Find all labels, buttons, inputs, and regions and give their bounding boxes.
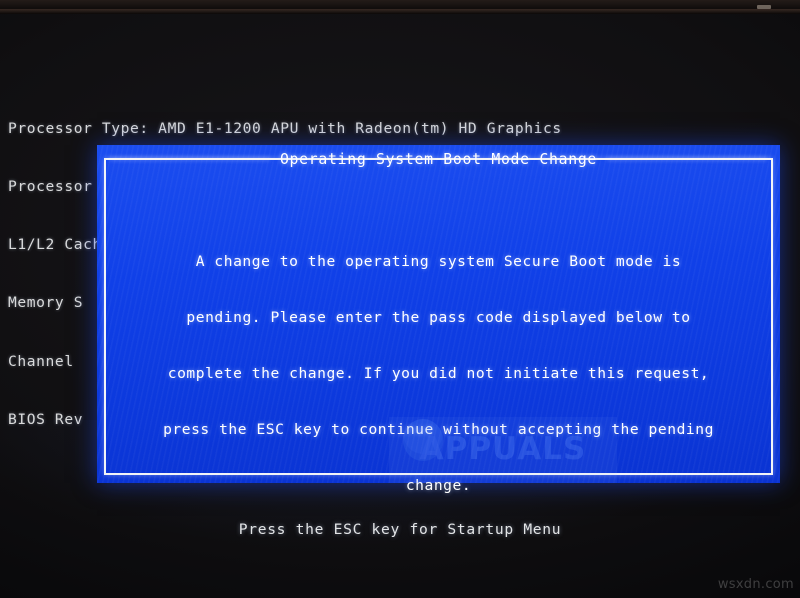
boot-mode-change-dialog: Operating System Boot Mode Change A chan…: [97, 145, 780, 494]
dialog-message-line-4: press the ESC key to continue without ac…: [163, 420, 714, 438]
dialog-message-line-1: A change to the operating system Secure …: [195, 253, 682, 271]
bezel-highlight: [757, 5, 771, 9]
bios-screen-photo: Processor Type: AMD E1-1200 APU with Rad…: [0, 0, 800, 598]
dialog-title: Operating System Boot Mode Change: [279, 150, 598, 168]
title-rule-right: [607, 158, 767, 160]
dialog-message-line-2: pending. Please enter the pass code disp…: [186, 309, 691, 327]
corner-watermark: wsxdn.com: [717, 577, 794, 592]
dialog-message-line-5: change.: [405, 476, 472, 494]
startup-menu-prompt: Press the ESC key for Startup Menu: [238, 521, 562, 538]
dialog-title-row: Operating System Boot Mode Change: [104, 150, 773, 168]
bios-line-processor-type: Processor Type: AMD E1-1200 APU with Rad…: [8, 119, 562, 137]
laptop-bezel-top: [0, 0, 800, 14]
spacer-before-change-id: [111, 588, 766, 598]
dialog-message-line-3: complete the change. If you did not init…: [167, 364, 710, 382]
dialog-message: A change to the operating system Secure …: [111, 216, 766, 532]
title-rule-left: [110, 158, 270, 160]
